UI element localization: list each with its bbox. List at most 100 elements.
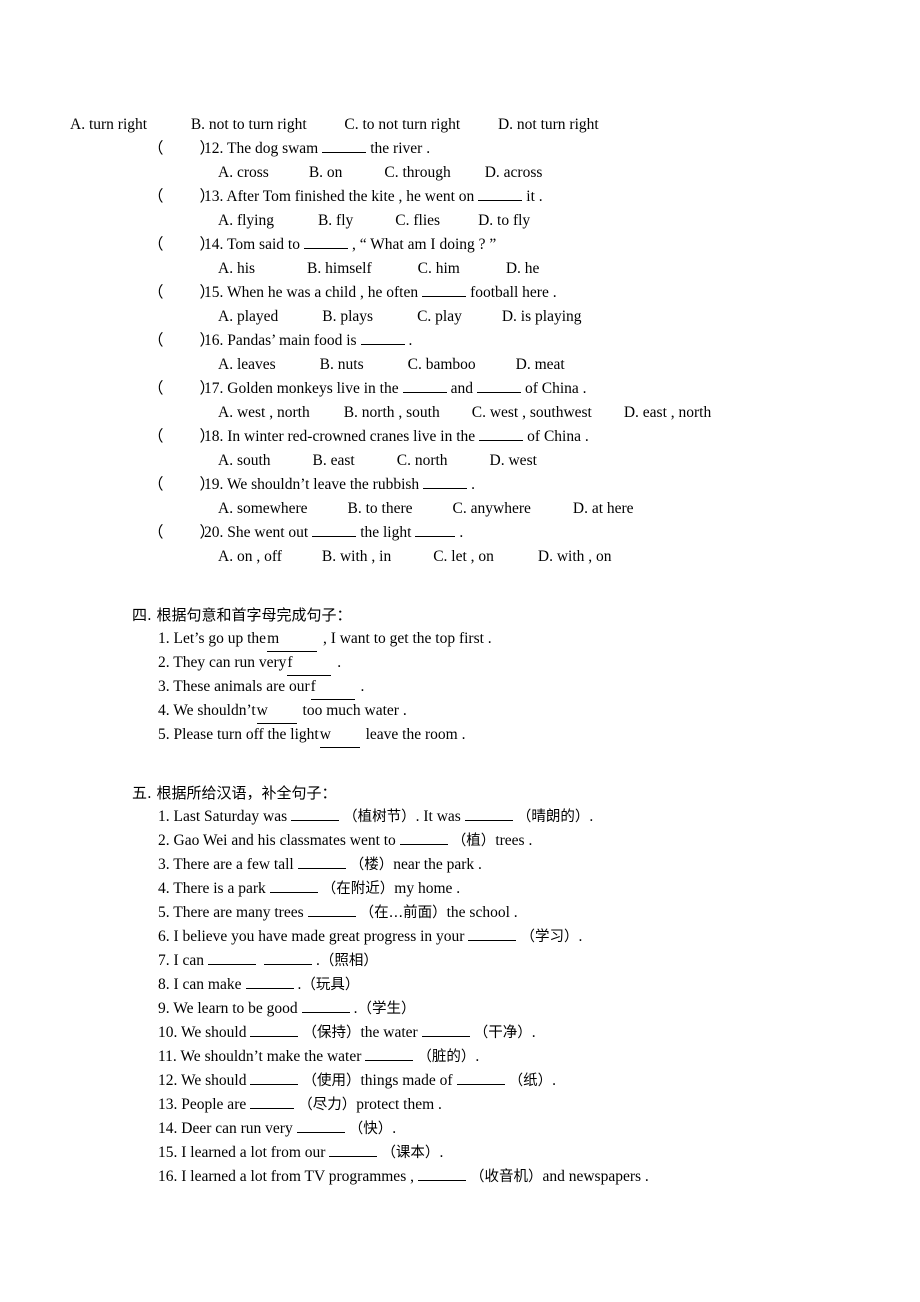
question-stem-before: She went out <box>227 524 309 541</box>
option-c[interactable]: C. play <box>417 305 462 329</box>
option-b[interactable]: B. with , in <box>322 545 391 569</box>
option-c[interactable]: C. through <box>384 161 450 185</box>
answer-blank[interactable] <box>360 331 405 345</box>
answer-blank[interactable] <box>250 1071 299 1085</box>
answer-blank[interactable] <box>303 235 348 249</box>
option-a[interactable]: A. flying <box>218 209 274 233</box>
answer-paren-box[interactable]: （） <box>148 233 215 257</box>
option-a[interactable]: A. played <box>218 305 278 329</box>
option-c[interactable]: C. let , on <box>433 545 494 569</box>
item-text-before: We shouldn’t <box>173 702 256 719</box>
item-text-after: too much water . <box>302 702 407 719</box>
section-four-heading: 四. 根据句意和首字母完成句子： <box>132 606 352 624</box>
answer-blank[interactable] <box>296 1119 345 1133</box>
option-d[interactable]: D. west <box>490 449 537 473</box>
answer-blank[interactable] <box>422 283 467 297</box>
answer-paren-box[interactable]: （） <box>148 137 215 161</box>
answer-blank[interactable] <box>415 523 456 537</box>
option-d[interactable]: D. east , north <box>624 401 711 425</box>
option-b[interactable]: B. to there <box>348 497 413 521</box>
option-a[interactable]: A. west , north <box>218 401 310 425</box>
option-a[interactable]: A. his <box>218 257 255 281</box>
list-item: 5. There are many trees （在…前面）the school … <box>0 901 920 925</box>
answer-blank[interactable] <box>322 139 367 153</box>
option-a[interactable]: A. somewhere <box>218 497 308 521</box>
option-d[interactable]: D. at here <box>573 497 634 521</box>
answer-paren-box[interactable]: （） <box>148 329 215 353</box>
answer-blank[interactable] <box>208 951 257 965</box>
hint-letter-blank[interactable]: m <box>267 627 318 652</box>
option-c[interactable]: C. north <box>397 449 448 473</box>
answer-blank[interactable] <box>464 807 513 821</box>
option-b[interactable]: B. plays <box>322 305 373 329</box>
answer-paren-box[interactable]: （） <box>148 281 215 305</box>
answer-blank[interactable] <box>291 807 340 821</box>
item-number: 5. <box>158 726 170 743</box>
option-b[interactable]: B. north , south <box>344 401 440 425</box>
answer-blank[interactable] <box>417 1167 466 1181</box>
item-number: 4. <box>158 880 170 897</box>
option-d[interactable]: D. he <box>506 257 540 281</box>
hint-letter-blank[interactable]: w <box>256 699 297 724</box>
option-a[interactable]: A. turn right <box>70 113 147 137</box>
answer-blank[interactable] <box>250 1023 299 1037</box>
option-a[interactable]: A. on , off <box>218 545 282 569</box>
answer-blank[interactable] <box>476 379 521 393</box>
question-row: （）20. She went out the light. <box>148 521 920 545</box>
chinese-hint: （学生） <box>357 1001 416 1017</box>
item-text-part2: near the park . <box>393 856 482 873</box>
hint-letter-blank[interactable]: w <box>319 723 360 748</box>
option-d[interactable]: D. to fly <box>478 209 530 233</box>
option-d[interactable]: D. across <box>485 161 543 185</box>
answer-blank[interactable] <box>402 379 447 393</box>
option-b[interactable]: B. fly <box>318 209 353 233</box>
hint-letter-blank[interactable]: f <box>287 651 332 676</box>
option-c[interactable]: C. him <box>418 257 460 281</box>
option-b[interactable]: B. nuts <box>320 353 364 377</box>
answer-blank[interactable] <box>264 951 313 965</box>
answer-paren-box[interactable]: （） <box>148 425 215 449</box>
option-c[interactable]: C. bamboo <box>408 353 476 377</box>
answer-blank[interactable] <box>301 999 350 1013</box>
answer-blank[interactable] <box>329 1143 378 1157</box>
answer-paren-box[interactable]: （） <box>148 473 215 497</box>
answer-blank[interactable] <box>297 855 346 869</box>
option-d[interactable]: D. with , on <box>538 545 612 569</box>
option-d[interactable]: D. is playing <box>502 305 582 329</box>
option-b[interactable]: B. not to turn right <box>191 113 307 137</box>
options-row: A. somewhere B. to there C. anywhere D. at … <box>148 497 920 521</box>
option-c[interactable]: C. west , southwest <box>472 401 592 425</box>
option-c[interactable]: C. anywhere <box>453 497 531 521</box>
answer-paren-box[interactable]: （） <box>148 521 215 545</box>
answer-blank[interactable] <box>468 927 517 941</box>
option-a[interactable]: A. cross <box>218 161 269 185</box>
answer-blank[interactable] <box>245 975 294 989</box>
option-d[interactable]: D. meat <box>516 353 565 377</box>
answer-blank[interactable] <box>399 831 448 845</box>
answer-blank[interactable] <box>250 1095 295 1109</box>
option-a[interactable]: A. leaves <box>218 353 276 377</box>
item-text-part1: I can make <box>173 976 242 993</box>
option-b[interactable]: B. east <box>313 449 355 473</box>
answer-blank[interactable] <box>307 903 356 917</box>
answer-paren-box[interactable]: （） <box>148 185 215 209</box>
paren-left: （ <box>148 476 164 493</box>
answer-blank[interactable] <box>365 1047 414 1061</box>
answer-blank[interactable] <box>456 1071 505 1085</box>
hint-letter-blank[interactable]: f <box>310 675 355 700</box>
answer-blank[interactable] <box>421 1023 470 1037</box>
answer-blank[interactable] <box>269 879 318 893</box>
item-text-part2: the school . <box>446 904 518 921</box>
list-item: 8. I can make .（玩具） <box>0 973 920 997</box>
option-a[interactable]: A. south <box>218 449 271 473</box>
option-d[interactable]: D. not turn right <box>498 113 599 137</box>
answer-blank[interactable] <box>478 187 523 201</box>
option-b[interactable]: B. himself <box>307 257 372 281</box>
answer-blank[interactable] <box>479 427 524 441</box>
answer-paren-box[interactable]: （） <box>148 377 215 401</box>
answer-blank[interactable] <box>423 475 468 489</box>
option-c[interactable]: C. flies <box>395 209 440 233</box>
option-b[interactable]: B. on <box>309 161 343 185</box>
option-c[interactable]: C. to not turn right <box>344 113 460 137</box>
answer-blank[interactable] <box>312 523 357 537</box>
